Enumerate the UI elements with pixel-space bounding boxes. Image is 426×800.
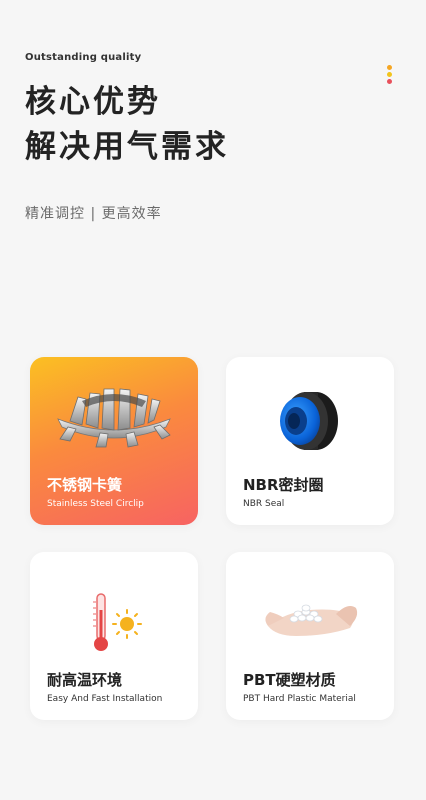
feature-subtitle: PBT Hard Plastic Material (243, 694, 356, 704)
menu-dots-icon[interactable] (387, 65, 393, 86)
title-line-1: 核心优势 (25, 84, 161, 120)
feature-subtitle: Stainless Steel Circlip (47, 499, 144, 509)
feature-title: 耐高温环境 (47, 671, 123, 689)
dot-red (387, 79, 392, 84)
feature-card-circlip[interactable]: 不锈钢卡簧 Stainless Steel Circlip (30, 357, 198, 525)
feature-card-pbt-plastic[interactable]: PBT硬塑材质 PBT Hard Plastic Material (226, 552, 394, 720)
feature-card-high-temperature[interactable]: 耐高温环境 Easy And Fast Installation (30, 552, 198, 720)
feature-subtitle: Easy And Fast Installation (47, 694, 163, 704)
seal-ring-icon (280, 392, 338, 450)
plastic-pellets-hand-icon (265, 604, 358, 636)
title-line-2: 解决用气需求 (25, 129, 229, 165)
circlip-icon (57, 388, 171, 448)
subtitle: 精准调控 | 更高效率 (25, 206, 162, 222)
eyebrow-text: Outstanding quality (25, 52, 142, 63)
page-title: 核心优势 解决用气需求 (25, 80, 229, 170)
feature-subtitle: NBR Seal (243, 499, 285, 509)
feature-title: NBR密封圈 (243, 476, 324, 494)
thermometer-sun-icon (93, 593, 142, 651)
feature-title: PBT硬塑材质 (243, 671, 336, 689)
feature-page: Outstanding quality 核心优势 解决用气需求 精准调控 | 更… (0, 0, 426, 800)
feature-title: 不锈钢卡簧 (47, 476, 123, 494)
dot-orange (387, 65, 392, 70)
feature-card-nbr-seal[interactable]: NBR密封圈 NBR Seal (226, 357, 394, 525)
dot-yellow (387, 72, 392, 77)
